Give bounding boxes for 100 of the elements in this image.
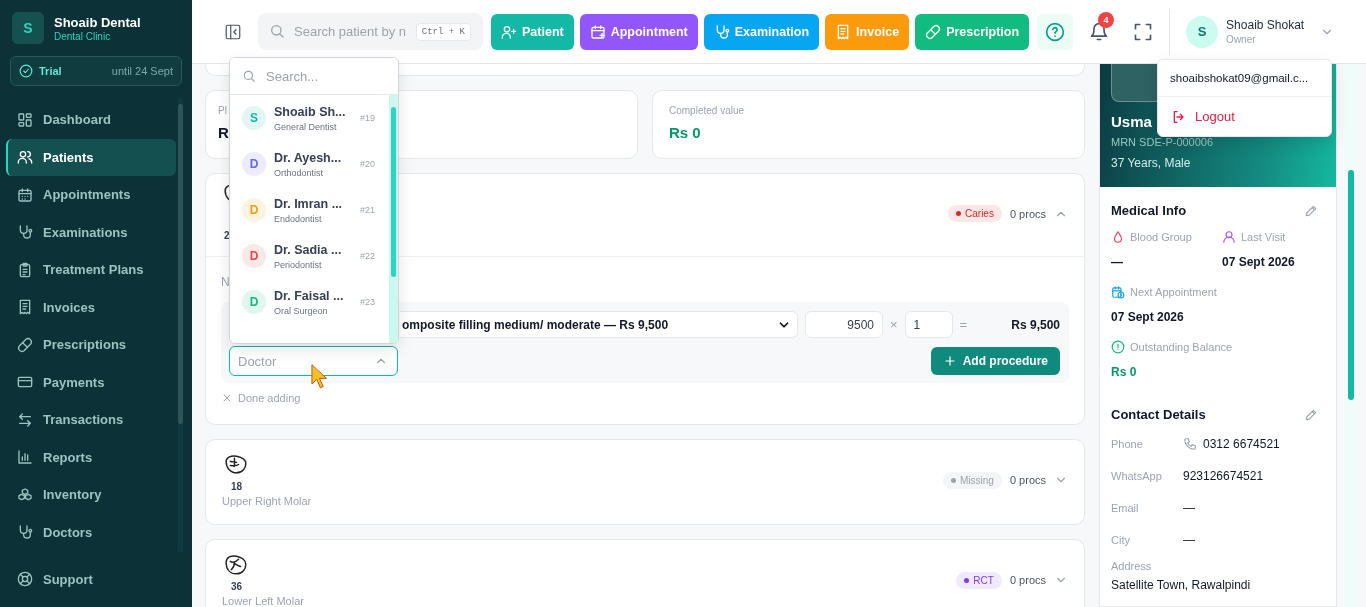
procedure-count: 0 procs: [1009, 207, 1046, 220]
stat-label: Completed value: [669, 105, 745, 116]
sidebar-toggle-icon[interactable]: [224, 22, 242, 41]
alert-icon: [1111, 340, 1125, 354]
field-value: —: [1183, 501, 1195, 515]
stethoscope-icon: [17, 524, 33, 541]
nav-item[interactable]: Examinations: [6, 213, 176, 251]
nav-item[interactable]: Dashboard: [6, 101, 176, 139]
stat-label: Pl: [218, 105, 227, 116]
nav-item[interactable]: Patients: [6, 138, 176, 176]
lifebuoy-icon: [17, 571, 33, 587]
calendar-icon: [17, 186, 33, 203]
pencil-icon[interactable]: [1304, 407, 1318, 422]
trial-until: until 24 Sept: [111, 65, 173, 77]
user-plus-icon: [501, 23, 517, 40]
quick-action-button[interactable]: Appointment: [579, 13, 698, 50]
procedure-count: 0 procs: [1009, 474, 1046, 486]
doctor-avatar: D: [242, 152, 266, 176]
phone-icon: [1183, 437, 1197, 451]
nav-item[interactable]: Prescriptions: [6, 326, 176, 364]
field-label: Phone: [1111, 438, 1144, 450]
quantity-field[interactable]: 1: [904, 311, 953, 338]
bell-icon[interactable]: [1089, 21, 1110, 42]
field-value: 07 Sept 2026: [1222, 255, 1295, 269]
field-value: Rs 0: [1111, 365, 1137, 379]
fullscreen-icon[interactable]: [1133, 21, 1154, 42]
notification-badge: 4: [1098, 11, 1115, 28]
field-value: 923126674521: [1183, 469, 1264, 483]
search-field[interactable]: Search...: [230, 58, 398, 95]
add-procedure-button[interactable]: Add procedure: [930, 347, 1060, 375]
doctor-option[interactable]: D Dr. Ayesh... Orthodontist #20: [230, 141, 389, 187]
clinic-name: Shoaib Dental: [54, 14, 141, 30]
user-email: shoaibshokat09@gmail.c...: [1158, 60, 1331, 97]
doctor-option[interactable]: D Dr. Imran ... Endodontist #21: [230, 187, 389, 233]
brand-logo: S: [12, 12, 44, 44]
patient-name: Usma: [1111, 113, 1152, 130]
pencil-icon[interactable]: [1304, 203, 1318, 218]
clipboard-icon: [17, 261, 33, 278]
field-value: 07 Sept 2026: [1111, 310, 1184, 324]
tooth-number: 36: [231, 581, 243, 592]
field-label: Email: [1111, 502, 1140, 514]
nav-item[interactable]: Appointments: [6, 176, 176, 214]
shortcut-key: Ctrl + K: [415, 23, 471, 41]
boxes-icon: [17, 486, 33, 503]
nav-item[interactable]: Reports: [6, 438, 176, 476]
calendar-icon: [589, 23, 606, 40]
nav-item[interactable]: Treatment Plans: [6, 251, 176, 289]
check-circle-icon: [19, 64, 33, 78]
field-value: 0312 6674521: [1203, 437, 1280, 451]
logout-item[interactable]: Logout: [1158, 97, 1331, 136]
plus-icon: [942, 354, 957, 368]
section-title: Contact Details: [1111, 407, 1206, 422]
stat-value: Rs 0: [669, 124, 701, 141]
nav-item[interactable]: Payments: [6, 363, 176, 401]
pill-icon: [17, 336, 33, 353]
line-total: Rs 9,500: [1011, 317, 1060, 332]
field-label: Blood Group: [1130, 231, 1192, 243]
section-title: Medical Info: [1111, 203, 1187, 218]
procedure-count: 0 procs: [1009, 574, 1046, 586]
doctor-avatar: D: [242, 244, 266, 268]
trial-label: Trial: [39, 65, 62, 77]
doctor-option[interactable]: D Dr. Sadia ... Periodontist #22: [230, 233, 389, 279]
pill-icon: [925, 23, 942, 40]
user-avatar[interactable]: S: [1186, 15, 1219, 48]
scroll-bar[interactable]: [389, 95, 398, 343]
nav-item[interactable]: Invoices: [6, 288, 176, 326]
doctor-select[interactable]: Doctor: [229, 346, 398, 376]
doctor-avatar: S: [242, 106, 266, 130]
scroll-bar[interactable]: [178, 98, 183, 553]
status-tag: RCT: [956, 571, 1002, 589]
nav-item[interactable]: Doctors: [6, 513, 176, 551]
nav-item[interactable]: Transactions: [6, 401, 176, 439]
grid-icon: [17, 111, 33, 128]
doctor-option[interactable]: D Dr. Faisal ... Oral Surgeon #23: [230, 279, 389, 325]
help-icon: [1045, 21, 1066, 42]
scroll-bar[interactable]: [1345, 64, 1356, 607]
field-label: Outstanding Balance: [1130, 341, 1233, 353]
help-button[interactable]: [1037, 13, 1074, 50]
equals-sign: =: [959, 317, 968, 332]
status-tag: Caries: [948, 205, 1002, 222]
cursor-icon: [311, 364, 328, 389]
support-link[interactable]: Support: [6, 561, 176, 597]
nav-item[interactable]: Inventory: [6, 476, 176, 514]
stat-value: R: [218, 124, 229, 141]
price-field[interactable]: 9500: [805, 311, 883, 338]
status-tag: Missing: [943, 471, 1002, 489]
users-icon: [17, 149, 33, 166]
field-label: Last Visit: [1241, 231, 1286, 243]
field-label: City: [1111, 534, 1131, 546]
field-value: —: [1111, 255, 1123, 269]
doctor-avatar: D: [242, 198, 266, 222]
field-value: —: [1183, 533, 1195, 547]
procedure-select[interactable]: omposite filling medium/ moderate — Rs 9,500: [400, 311, 798, 338]
tooth-name: Upper Right Molar: [222, 495, 312, 507]
search-icon: [269, 23, 285, 39]
user-icon: [1222, 230, 1236, 244]
doctor-option[interactable]: S Shoaib Sh... General Dentist #19: [230, 95, 389, 141]
field-value: Satellite Town, Rawalpindi: [1111, 578, 1251, 592]
note-label: N: [221, 275, 230, 289]
field-label: Address: [1111, 560, 1153, 572]
